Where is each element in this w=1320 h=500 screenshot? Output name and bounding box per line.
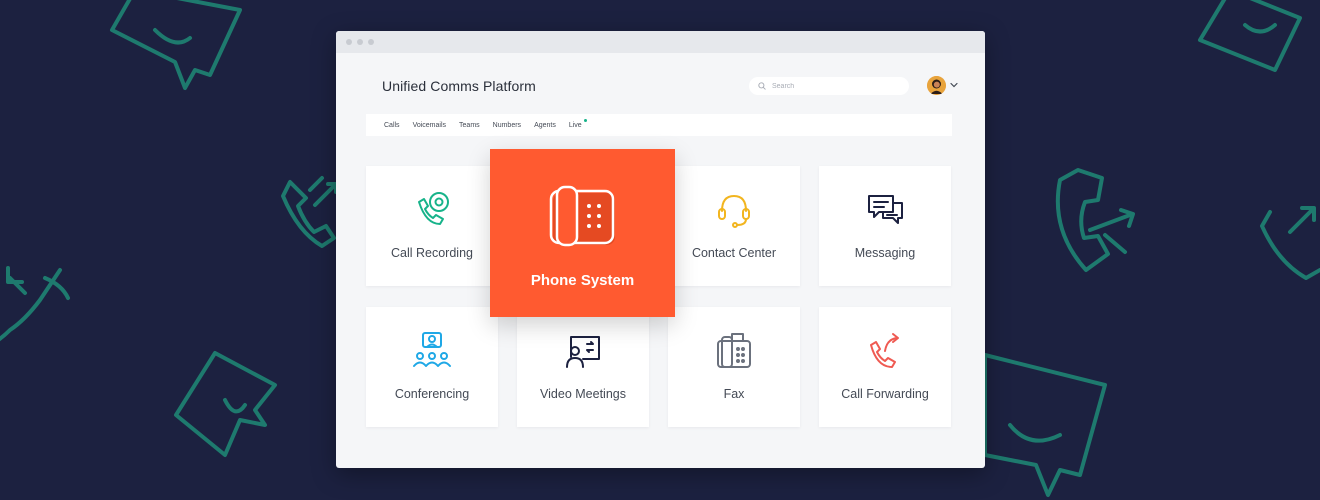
phone-transfer-icon [1055,168,1135,272]
app-window: Unified Comms Platform Calls Voicemails … [336,31,985,468]
card-label: Call Recording [391,246,473,260]
card-label: Fax [723,387,745,401]
search-input[interactable] [772,82,902,90]
phone-transfer-icon [0,266,70,342]
tab-numbers[interactable]: Numbers [493,122,521,129]
desk-phone-icon [549,185,615,247]
search-icon [758,82,766,90]
call-recording-icon [418,192,449,225]
chat-bubble-icon [983,353,1107,497]
card-phone-system[interactable]: Phone System [490,149,675,317]
window-minimize-dot[interactable] [357,39,363,45]
card-call-forwarding[interactable]: Call Forwarding [819,307,951,427]
video-meeting-icon [566,336,600,368]
card-label: Contact Center [691,246,777,260]
chat-bubble-icon [174,351,277,457]
call-forward-icon [870,333,899,368]
card-fax[interactable]: Fax [668,307,800,427]
chat-bubble-icon [110,0,242,90]
tab-voicemails[interactable]: Voicemails [413,122,446,129]
chat-bubble-icon [1198,0,1302,72]
tab-calls[interactable]: Calls [384,122,400,129]
tab-live-label: Live [568,121,582,129]
card-conferencing[interactable]: Conferencing [366,307,498,427]
headset-icon [718,195,750,228]
window-maximize-dot[interactable] [368,39,374,45]
fax-icon [717,333,751,368]
card-messaging[interactable]: Messaging [819,166,951,286]
nav-tabs: Calls Voicemails Teams Numbers Agents Li… [366,114,952,136]
card-label: Video Meetings [540,387,626,401]
avatar-icon [927,76,946,95]
card-label: Phone System [530,272,635,289]
window-close-dot[interactable] [346,39,352,45]
tab-teams[interactable]: Teams [459,122,480,129]
card-label: Messaging [854,246,916,260]
phone-transfer-icon [1260,206,1320,280]
tab-agents[interactable]: Agents [534,122,556,129]
search-box[interactable] [749,77,909,95]
user-avatar[interactable] [927,76,946,95]
card-video-meetings[interactable]: Video Meetings [517,307,649,427]
card-label: Conferencing [394,387,470,401]
phone-transfer-icon [281,176,338,248]
card-contact-center[interactable]: Contact Center [668,166,800,286]
conference-icon [413,332,451,367]
chevron-down-icon[interactable] [950,82,958,88]
live-indicator-dot [583,118,587,122]
window-titlebar [336,31,985,53]
tab-live[interactable]: Live [568,118,587,129]
card-call-recording[interactable]: Call Recording [366,166,498,286]
chat-bubbles-icon [868,195,903,224]
card-label: Call Forwarding [841,387,929,401]
page-title: Unified Comms Platform [382,78,536,94]
